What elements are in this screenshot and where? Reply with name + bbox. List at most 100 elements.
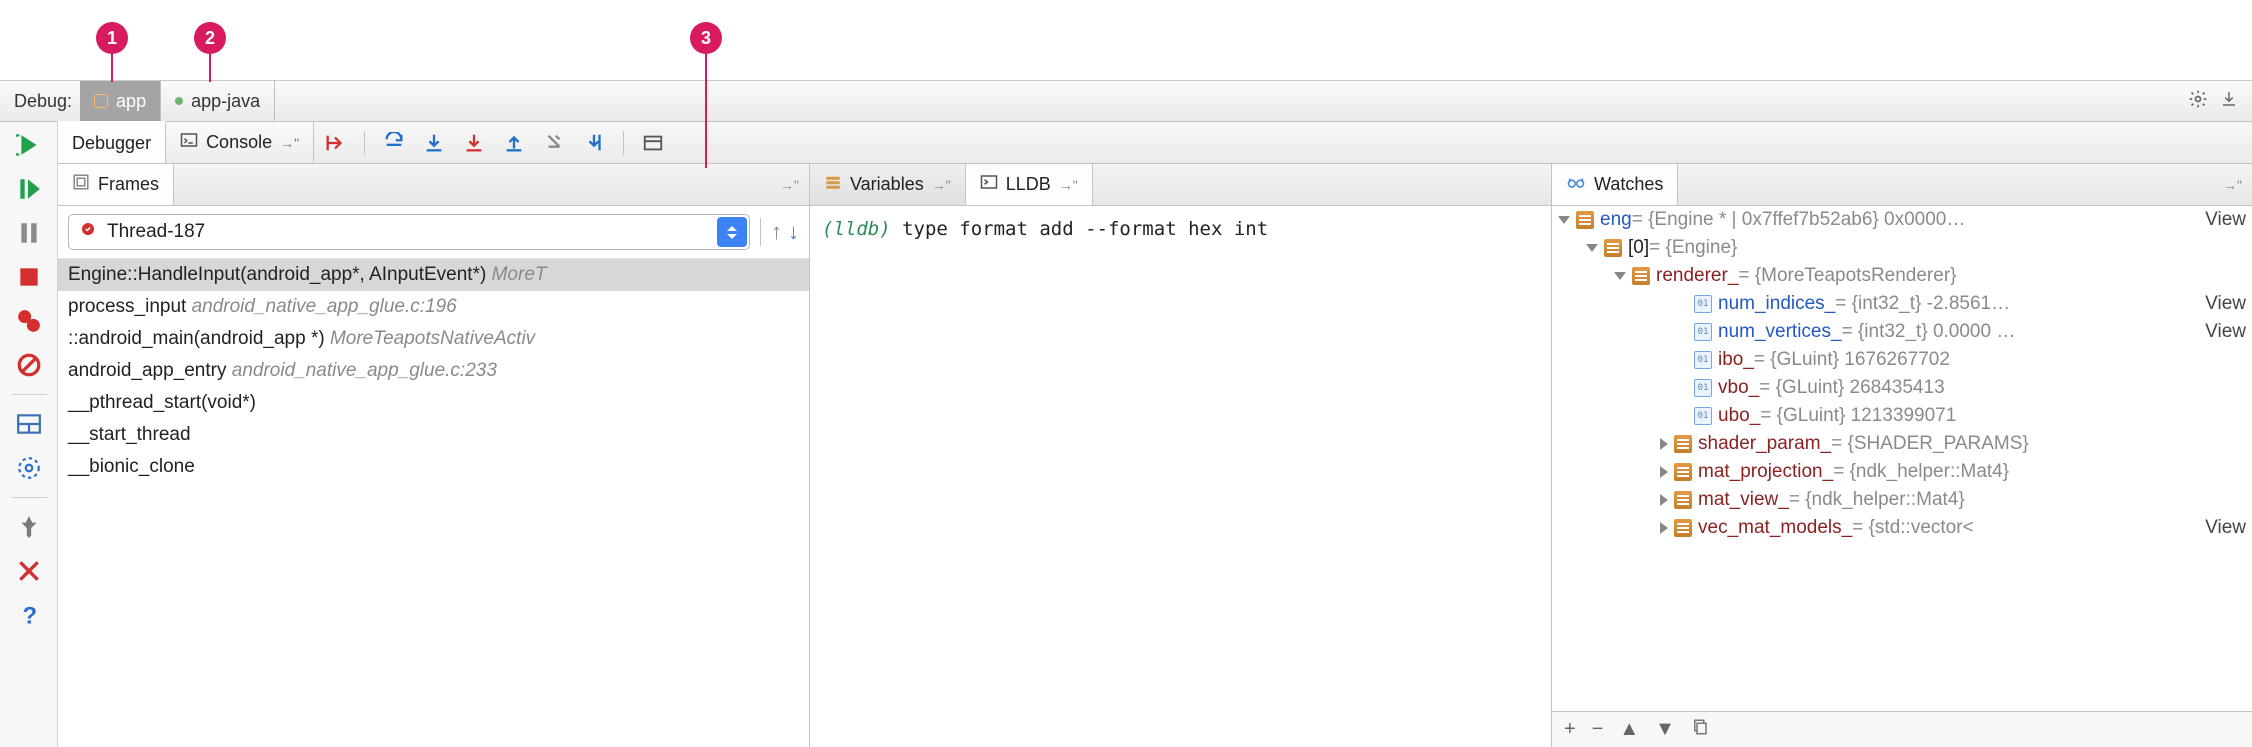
- detach-icon: →": [1059, 177, 1078, 193]
- pause-button[interactable]: [14, 218, 44, 248]
- frame-row[interactable]: __pthread_start(void*): [58, 387, 809, 419]
- frames-header: Frames →": [58, 164, 809, 206]
- watch-row[interactable]: ibo_ = {GLuint} 1676267702: [1552, 346, 2252, 374]
- twisty-icon[interactable]: [1586, 244, 1598, 252]
- run-dot-icon: [175, 97, 183, 105]
- view-link[interactable]: View: [2191, 321, 2246, 343]
- debug-tab-app[interactable]: app: [80, 81, 161, 121]
- show-execution-point-icon[interactable]: [324, 132, 346, 154]
- pin-button[interactable]: [14, 512, 44, 542]
- thread-selector-row: Thread-187 ↑ ↓: [58, 206, 809, 259]
- callout-1: 1: [96, 22, 128, 54]
- view-link[interactable]: View: [2191, 293, 2246, 315]
- terminal-icon: [980, 173, 998, 196]
- separator: [364, 131, 365, 155]
- debug-tab-app-java[interactable]: app-java: [161, 81, 275, 121]
- watch-row[interactable]: num_indices_ = {int32_t} -2.8561…View: [1552, 290, 2252, 318]
- debug-gutter: ?: [0, 122, 58, 747]
- lldb-prompt: (lldb): [822, 218, 891, 240]
- detach-icon[interactable]: →": [770, 164, 809, 205]
- prim-icon: [1694, 295, 1712, 313]
- struct-icon: [1632, 267, 1650, 285]
- debug-tabstrip: Debug: app app-java: [0, 80, 2252, 122]
- rerun-button[interactable]: [14, 130, 44, 160]
- help-button[interactable]: ?: [14, 600, 44, 630]
- watch-row[interactable]: shader_param_ = {SHADER_PARAMS}: [1552, 430, 2252, 458]
- view-breakpoints-button[interactable]: [14, 306, 44, 336]
- struct-icon: [1674, 491, 1692, 509]
- export-icon[interactable]: [2220, 90, 2238, 113]
- view-link[interactable]: View: [2191, 517, 2246, 539]
- frames-tab[interactable]: Frames: [58, 164, 174, 205]
- watch-row[interactable]: vbo_ = {GLuint} 268435413: [1552, 374, 2252, 402]
- close-button[interactable]: [14, 556, 44, 586]
- drop-frame-icon[interactable]: [543, 132, 565, 154]
- lldb-console[interactable]: (lldb) type format add --format hex int: [810, 206, 1551, 747]
- detach-icon[interactable]: →": [2213, 164, 2252, 205]
- watches-tab[interactable]: Watches: [1552, 164, 1678, 205]
- run-to-cursor-icon[interactable]: [583, 132, 605, 154]
- frame-row[interactable]: __bionic_clone: [58, 451, 809, 483]
- move-up-button[interactable]: ▲: [1619, 718, 1639, 741]
- frame-row[interactable]: __start_thread: [58, 419, 809, 451]
- debugger-toolbar: Debugger Console →": [58, 122, 2252, 164]
- stepper-icon[interactable]: [717, 217, 747, 247]
- layout-button[interactable]: [14, 409, 44, 439]
- add-watch-button[interactable]: +: [1564, 718, 1576, 741]
- frame-row[interactable]: Engine::HandleInput(android_app*, AInput…: [58, 259, 809, 291]
- frame-row[interactable]: process_input android_native_app_glue.c:…: [58, 291, 809, 323]
- twisty-icon[interactable]: [1660, 494, 1668, 506]
- evaluate-expression-icon[interactable]: [642, 132, 664, 154]
- twisty-icon[interactable]: [1660, 438, 1668, 450]
- frames-list[interactable]: Engine::HandleInput(android_app*, AInput…: [58, 259, 809, 747]
- watches-tree[interactable]: eng = {Engine * | 0x7ffef7b52ab6} 0x0000…: [1552, 206, 2252, 747]
- frames-title: Frames: [98, 174, 159, 195]
- debug-tab-label: app-java: [191, 91, 260, 112]
- thread-select[interactable]: Thread-187: [68, 214, 750, 250]
- tab-debugger[interactable]: Debugger: [58, 121, 166, 163]
- watch-row[interactable]: mat_view_ = {ndk_helper::Mat4}: [1552, 486, 2252, 514]
- lldb-tab[interactable]: LLDB →": [966, 164, 1093, 205]
- twisty-icon[interactable]: [1558, 216, 1570, 224]
- frame-row[interactable]: ::android_main(android_app *) MoreTeapot…: [58, 323, 809, 355]
- prim-icon: [1694, 323, 1712, 341]
- lldb-command: type format add --format hex int: [902, 218, 1268, 240]
- twisty-icon[interactable]: [1660, 522, 1668, 534]
- watch-row[interactable]: [0] = {Engine}: [1552, 234, 2252, 262]
- view-link[interactable]: View: [2191, 209, 2246, 231]
- tab-console[interactable]: Console →": [166, 122, 314, 163]
- tab-label: LLDB: [1006, 174, 1051, 195]
- debug-panels: Frames →" Thread-187 ↑ ↓ Engine::HandleI…: [58, 164, 2252, 747]
- twisty-icon[interactable]: [1660, 466, 1668, 478]
- copy-icon[interactable]: [1691, 718, 1709, 742]
- frame-row[interactable]: android_app_entry android_native_app_glu…: [58, 355, 809, 387]
- separator: [760, 218, 761, 246]
- struct-icon: [1604, 239, 1622, 257]
- step-into-icon[interactable]: [423, 132, 445, 154]
- step-out-icon[interactable]: [503, 132, 525, 154]
- variables-icon: [824, 173, 842, 196]
- prev-frame-button[interactable]: ↑: [771, 219, 782, 245]
- watch-row[interactable]: renderer_ = {MoreTeapotsRenderer}: [1552, 262, 2252, 290]
- stop-button[interactable]: [14, 262, 44, 292]
- remove-watch-button[interactable]: −: [1592, 718, 1604, 741]
- watch-row[interactable]: ubo_ = {GLuint} 1213399071: [1552, 402, 2252, 430]
- watch-row[interactable]: mat_projection_ = {ndk_helper::Mat4}: [1552, 458, 2252, 486]
- watch-row[interactable]: num_vertices_ = {int32_t} 0.0000 …View: [1552, 318, 2252, 346]
- resume-button[interactable]: [14, 174, 44, 204]
- force-step-into-icon[interactable]: [463, 132, 485, 154]
- next-frame-button[interactable]: ↓: [788, 219, 799, 245]
- settings-button[interactable]: [14, 453, 44, 483]
- gear-icon[interactable]: [2188, 89, 2208, 114]
- move-down-button[interactable]: ▼: [1655, 718, 1675, 741]
- watch-row[interactable]: vec_mat_models_ = {std::vector<View: [1552, 514, 2252, 542]
- watch-row[interactable]: eng = {Engine * | 0x7ffef7b52ab6} 0x0000…: [1552, 206, 2252, 234]
- detach-icon: →": [280, 135, 299, 151]
- twisty-icon[interactable]: [1614, 272, 1626, 280]
- step-over-icon[interactable]: [383, 132, 405, 154]
- variables-tab[interactable]: Variables →": [810, 164, 966, 205]
- struct-icon: [1674, 519, 1692, 537]
- detach-icon: →": [932, 177, 951, 193]
- mute-breakpoints-button[interactable]: [14, 350, 44, 380]
- debug-tab-label: app: [116, 91, 146, 112]
